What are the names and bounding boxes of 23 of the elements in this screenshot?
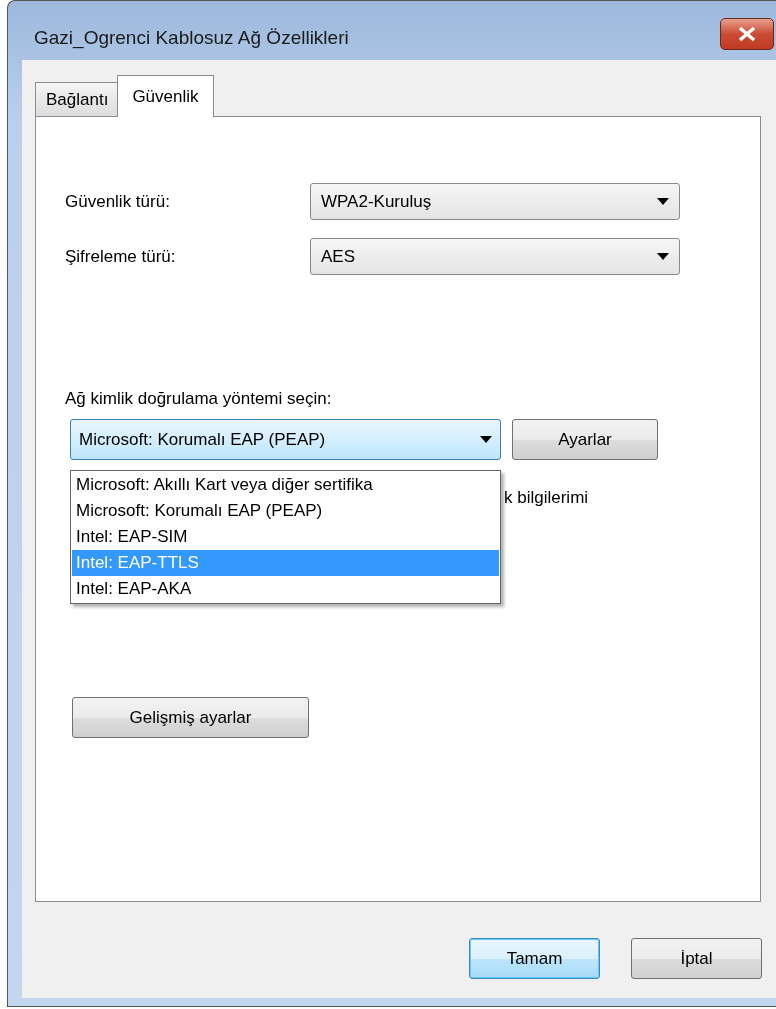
field-label: Ağ kimlik doğrulama yöntemi seçin: [65,389,333,410]
dropdown[interactable]: AES [310,238,680,275]
cancel-button[interactable]: İptal [631,938,762,979]
ok-button[interactable]: Tamam [469,938,600,979]
dropdown[interactable]: WPA2-Kuruluş [310,183,680,220]
caret-icon [480,436,492,443]
dropdown-option[interactable]: Intel: EAP-AKA [72,576,499,602]
dropdown-option[interactable]: Microsoft: Korumalı EAP (PEAP) [72,498,499,524]
tab[interactable]: Bağlantı [35,82,120,116]
tab[interactable]: Güvenlik [117,75,214,117]
field-label: Güvenlik türü: [65,191,171,212]
close-button[interactable] [720,17,774,50]
window-title: Gazi_Ogrenci Kablosuz Ağ Özellikleri [34,26,349,49]
advanced-settings-button[interactable]: Gelişmiş ayarlar [72,697,309,738]
dropdown-option[interactable]: Intel: EAP-SIM [72,524,499,550]
settings-button[interactable]: Ayarlar [512,419,658,460]
field-label: Şifreleme türü: [65,246,177,267]
dropdown-option[interactable]: Microsoft: Akıllı Kart veya diğer sertifika [72,472,499,498]
close-icon [737,25,757,42]
caret-icon [657,198,669,205]
caret-icon [657,253,669,260]
dropdown[interactable]: Microsoft: Korumalı EAP (PEAP) [70,419,501,460]
option-label: k bilgilerimi [504,488,589,508]
